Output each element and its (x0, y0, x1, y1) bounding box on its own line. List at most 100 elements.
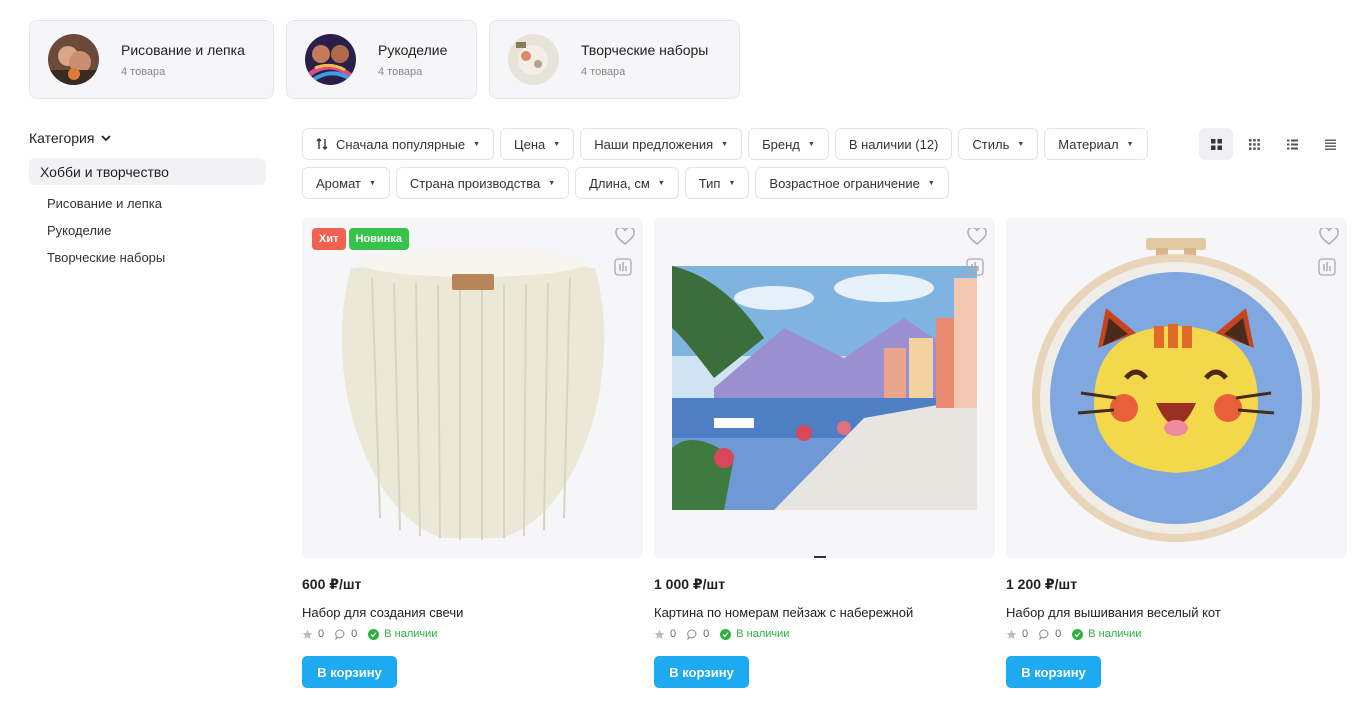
filter-age[interactable]: Возрастное ограничение ▼ (755, 167, 949, 199)
category-count: 4 товара (378, 65, 423, 78)
product-name[interactable]: Набор для вышивания веселый кот (1006, 605, 1347, 620)
category-title: Творческие наборы (581, 41, 709, 58)
filter-price[interactable]: Цена ▼ (500, 128, 575, 160)
caret-down-icon: ▼ (553, 140, 561, 148)
sidebar-item-needlework[interactable]: Рукоделие (47, 222, 266, 249)
category-thumbnail (508, 34, 559, 85)
filter-label: Тип (698, 175, 721, 191)
compare-icon[interactable] (1318, 258, 1336, 276)
sort-icon (316, 138, 328, 150)
product-image-box[interactable] (654, 218, 995, 558)
caret-down-icon: ▼ (807, 140, 815, 148)
filter-style[interactable]: Стиль ▼ (958, 128, 1039, 160)
rating-value: 0 (670, 628, 677, 640)
top-categories: Рисование и лепка 4 товара Рукоделие 4 т… (29, 20, 740, 99)
category-thumbnail (305, 34, 356, 85)
category-title: Рисование и лепка (121, 41, 245, 58)
caret-down-icon: ▼ (368, 179, 376, 187)
compare-icon[interactable] (966, 258, 984, 276)
grid-large-icon (1210, 138, 1222, 150)
view-list-compact-button[interactable] (1313, 128, 1347, 160)
heart-icon[interactable] (1319, 228, 1339, 246)
stock-status: В наличии (384, 628, 438, 640)
filter-label: Цена (514, 136, 546, 152)
grid-small-icon (1248, 138, 1260, 150)
category-sidebar: Категория Хобби и творчество Рисование и… (29, 128, 266, 276)
compare-icon[interactable] (614, 258, 632, 276)
product-card: 1 000 ₽/шт Картина по номерам пейзаж с н… (654, 218, 995, 688)
view-mode-toggles (1199, 128, 1347, 160)
star-icon (302, 629, 313, 639)
filter-country[interactable]: Страна производства ▼ (395, 167, 570, 199)
badge-new: Новинка (348, 228, 409, 250)
filter-in-stock[interactable]: В наличии (12) (834, 128, 953, 160)
sidebar-item-drawing[interactable]: Рисование и лепка (47, 195, 266, 222)
product-card: 1 200 ₽/шт Набор для вышивания веселый к… (1006, 218, 1347, 688)
sort-dropdown[interactable]: Сначала популярные ▼ (302, 128, 495, 160)
caret-down-icon: ▼ (927, 179, 935, 187)
product-name[interactable]: Набор для создания свечи (302, 605, 643, 620)
list-icon (1286, 139, 1298, 149)
sort-label: Сначала популярные (336, 136, 466, 152)
filter-label: Возрастное ограничение (769, 175, 920, 191)
sidebar-heading: Категория (29, 130, 95, 146)
check-circle-icon (720, 628, 732, 640)
filter-length[interactable]: Длина, см ▼ (575, 167, 679, 199)
list-compact-icon (1324, 139, 1336, 150)
chevron-down-icon (101, 135, 112, 142)
product-card: Хит Новинка 600 ₽/шт Набор для создания … (302, 218, 643, 688)
view-grid-small-button[interactable] (1237, 128, 1271, 160)
product-meta: 0 0 В наличии (1006, 628, 1347, 640)
filter-label: Аромат (316, 175, 361, 191)
product-meta: 0 0 В наличии (302, 628, 643, 640)
heart-icon[interactable] (967, 228, 987, 246)
comment-icon (1039, 628, 1049, 640)
category-count: 4 товара (121, 65, 166, 78)
filter-offers[interactable]: Наши предложения ▼ (580, 128, 743, 160)
product-badges: Хит Новинка (312, 228, 409, 250)
reviews-count: 0 (703, 628, 710, 640)
view-grid-large-button[interactable] (1199, 128, 1233, 160)
product-meta: 0 0 В наличии (654, 628, 995, 640)
check-circle-icon (368, 628, 380, 640)
comment-icon (335, 628, 345, 640)
star-icon (1006, 629, 1017, 639)
sidebar-item-hobby[interactable]: Хобби и творчество (29, 158, 266, 185)
product-image (1032, 238, 1320, 542)
rating-value: 0 (1022, 628, 1029, 640)
heart-icon[interactable] (615, 228, 635, 246)
caret-down-icon: ▼ (473, 140, 481, 148)
stock-status: В наличии (1088, 628, 1142, 640)
product-name[interactable]: Картина по номерам пейзаж с набережной (654, 605, 995, 620)
product-image-box[interactable]: Хит Новинка (302, 218, 643, 558)
add-to-cart-button[interactable]: В корзину (302, 656, 397, 688)
category-card-needlework[interactable]: Рукоделие 4 товара (286, 20, 477, 99)
filter-bar: Сначала популярные ▼ Цена ▼ Наши предложен… (302, 128, 1182, 199)
filter-aroma[interactable]: Аромат ▼ (302, 167, 390, 199)
sidebar-subcategories: Рисование и лепка Рукоделие Творческие н… (29, 195, 266, 276)
caret-down-icon: ▼ (721, 140, 729, 148)
filter-label: Наши предложения (594, 136, 714, 152)
filter-material[interactable]: Материал ▼ (1044, 128, 1148, 160)
rating-value: 0 (318, 628, 325, 640)
add-to-cart-button[interactable]: В корзину (1006, 656, 1101, 688)
product-price: 600 ₽/шт (302, 576, 362, 592)
filter-type[interactable]: Тип ▼ (684, 167, 750, 199)
filter-label: В наличии (12) (848, 136, 939, 152)
filter-label: Материал (1058, 136, 1119, 152)
category-card-drawing[interactable]: Рисование и лепка 4 товара (29, 20, 274, 99)
caret-down-icon: ▼ (728, 179, 736, 187)
category-thumbnail (48, 34, 99, 85)
product-image-box[interactable] (1006, 218, 1347, 558)
product-image (341, 249, 605, 540)
stock-status: В наличии (736, 628, 790, 640)
star-icon (654, 629, 665, 639)
category-card-creative-sets[interactable]: Творческие наборы 4 товара (489, 20, 740, 99)
sidebar-item-creative-sets[interactable]: Творческие наборы (47, 249, 266, 276)
category-toggle[interactable]: Категория (29, 128, 266, 148)
view-list-button[interactable] (1275, 128, 1309, 160)
filter-brand[interactable]: Бренд ▼ (748, 128, 829, 160)
filter-label: Бренд (762, 136, 800, 152)
add-to-cart-button[interactable]: В корзину (654, 656, 749, 688)
caret-down-icon: ▼ (1126, 140, 1134, 148)
